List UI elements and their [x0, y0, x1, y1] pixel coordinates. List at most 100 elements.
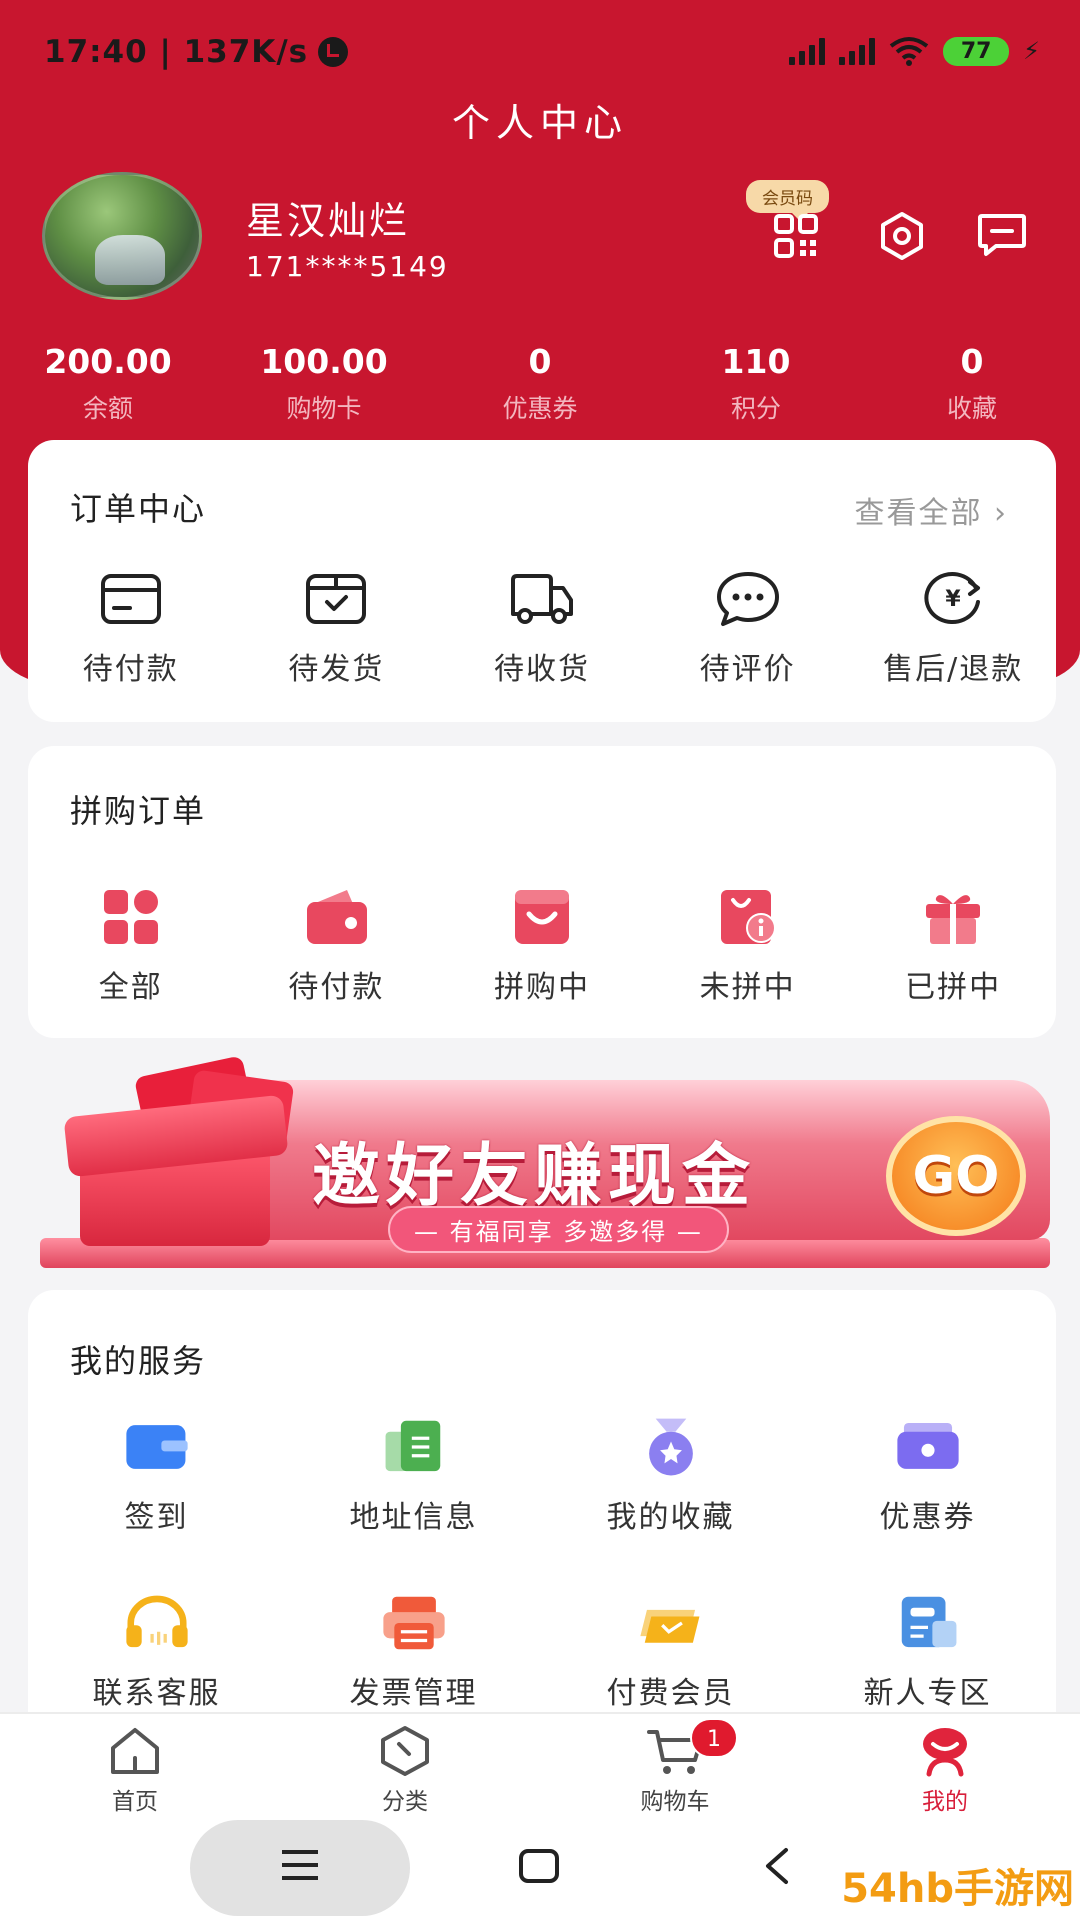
message-icon[interactable] [974, 206, 1030, 262]
service-label: 我的收藏 [606, 1500, 735, 1535]
stat-label: 余额 [82, 394, 133, 423]
group-item-label: 未拼中 [699, 970, 796, 1005]
order-center-title: 订单中心 [70, 490, 207, 528]
group-item-label: 全部 [98, 970, 163, 1005]
service-address[interactable]: 地址信息 [285, 1416, 542, 1536]
grid-icon [103, 890, 158, 944]
member-code-qr-icon[interactable] [770, 210, 826, 266]
service-customer-support[interactable]: 联系客服 [28, 1592, 285, 1712]
nav-home[interactable]: 首页 [0, 1714, 270, 1818]
service-label: 优惠券 [879, 1500, 976, 1535]
settings-icon[interactable] [874, 208, 930, 264]
invite-friends-banner[interactable]: 邀好友赚现金 — 有福同享 多邀多得 — GO [40, 1055, 1050, 1268]
menu-icon[interactable] [280, 1848, 320, 1886]
nav-category[interactable]: 分类 [270, 1714, 540, 1818]
service-coupons[interactable]: 优惠券 [799, 1416, 1056, 1536]
coupon-wallet-icon [896, 1422, 959, 1469]
stat-value: 0 [960, 342, 984, 381]
status-time-speed: 17:40 | 137K/s [44, 34, 349, 70]
stat-shopping-card[interactable]: 100.00 购物卡 [216, 342, 432, 425]
service-newcomer-zone[interactable]: 新人专区 [799, 1592, 1056, 1712]
nav-label: 购物车 [640, 1789, 710, 1815]
user-phone: 171****5149 [246, 250, 449, 283]
stat-favorites[interactable]: 0 收藏 [864, 342, 1080, 425]
stat-label: 优惠券 [502, 394, 578, 423]
services-title: 我的服务 [70, 1342, 207, 1380]
user-name[interactable]: 星汉灿烂 [246, 190, 410, 245]
nav-label: 分类 [382, 1789, 428, 1815]
comment-icon [716, 572, 779, 626]
refund-icon: ¥ [924, 572, 981, 624]
stat-value: 100.00 [260, 342, 388, 381]
stat-value: 110 [721, 342, 791, 381]
banner-headline: 邀好友赚现金 [312, 1137, 757, 1216]
view-all-orders-link[interactable]: 查看全部 › [854, 488, 1008, 532]
services-row-1: 签到 地址信息 我的收藏 优惠券 [28, 1416, 1056, 1536]
group-all[interactable]: 全部 [28, 886, 234, 1006]
system-nav-bar: 54hb手游网 [0, 1818, 1080, 1920]
stat-points[interactable]: 110 积分 [648, 342, 864, 425]
page-title: 个人中心 [451, 101, 628, 145]
stat-value: 0 [528, 342, 552, 381]
service-label: 发票管理 [349, 1676, 478, 1711]
order-after-sales-refund[interactable]: ¥ 售后/退款 [850, 568, 1056, 688]
services-card: 我的服务 签到 地址信息 我的收藏 优惠券 联系客服 发票管理 付费会员 新人专… [28, 1290, 1056, 1750]
alarm-icon [318, 37, 349, 67]
nav-cart[interactable]: 1 购物车 [540, 1714, 810, 1818]
order-status-row: 待付款 待发货 待收货 待评价 ¥ 售后/退款 [28, 568, 1056, 688]
group-pending-payment[interactable]: 待付款 [234, 886, 440, 1006]
category-icon [381, 1726, 429, 1776]
avatar[interactable] [42, 172, 202, 300]
nav-profile[interactable]: 我的 [810, 1714, 1080, 1818]
banner-go-button[interactable]: GO [886, 1116, 1026, 1236]
truck-icon [510, 574, 573, 624]
stat-coupons[interactable]: 0 优惠券 [432, 342, 648, 425]
order-pending-receipt[interactable]: 待收货 [439, 568, 645, 688]
order-item-label: 售后/退款 [883, 652, 1024, 687]
signal-icon [789, 37, 826, 65]
order-center-card: 订单中心 查看全部 › 待付款 待发货 待收货 待评价 ¥ 售后/退款 [28, 440, 1056, 722]
service-checkin[interactable]: 签到 [28, 1416, 285, 1536]
charging-icon: ⚡ [1023, 37, 1040, 65]
service-favorites[interactable]: 我的收藏 [542, 1416, 799, 1536]
back-icon[interactable] [762, 1846, 792, 1890]
stat-balance[interactable]: 200.00 余额 [0, 342, 216, 425]
bag-icon [514, 890, 569, 944]
package-icon [306, 574, 367, 624]
invoice-icon [382, 1596, 445, 1650]
group-matched[interactable]: 已拼中 [850, 886, 1056, 1006]
group-orders-card: 拼购订单 全部 待付款 拼购中 未拼中 已拼中 [28, 746, 1056, 1038]
home-icon [111, 1728, 159, 1774]
checkin-card-icon [125, 1425, 188, 1469]
group-item-label: 待付款 [288, 970, 385, 1005]
home-square-icon[interactable] [518, 1848, 560, 1888]
profile-icon [923, 1728, 967, 1777]
order-pending-payment[interactable]: 待付款 [28, 568, 234, 688]
battery-indicator: 77 [943, 36, 1010, 66]
wallet-icon [307, 890, 368, 944]
status-time: 17:40 | 137K/s [44, 34, 309, 70]
services-row-2: 联系客服 发票管理 付费会员 新人专区 [28, 1592, 1056, 1712]
order-item-label: 待收货 [493, 652, 590, 687]
account-stats: 200.00 余额 100.00 购物卡 0 优惠券 110 积分 0 收藏 [0, 342, 1080, 425]
stat-label: 积分 [730, 394, 781, 423]
group-in-progress[interactable]: 拼购中 [439, 886, 645, 1006]
order-pending-shipment[interactable]: 待发货 [234, 568, 440, 688]
site-watermark: 54hb手游网 [841, 1866, 1074, 1912]
stat-value: 200.00 [44, 342, 172, 381]
group-orders-title: 拼购订单 [70, 792, 207, 830]
service-invoice[interactable]: 发票管理 [285, 1592, 542, 1712]
signal-icon-2 [839, 37, 876, 65]
order-item-label: 待付款 [82, 652, 179, 687]
service-paid-membership[interactable]: 付费会员 [542, 1592, 799, 1712]
stat-label: 收藏 [946, 394, 997, 423]
group-not-matched[interactable]: 未拼中 [645, 886, 851, 1006]
star-medal-icon [648, 1418, 693, 1476]
order-pending-review[interactable]: 待评价 [645, 568, 851, 688]
headset-icon [125, 1595, 188, 1648]
service-label: 联系客服 [92, 1676, 221, 1711]
service-label: 新人专区 [863, 1676, 992, 1711]
info-tag-icon [720, 890, 776, 944]
status-indicators: 77 ⚡ [789, 36, 1040, 66]
service-label: 地址信息 [349, 1500, 478, 1535]
